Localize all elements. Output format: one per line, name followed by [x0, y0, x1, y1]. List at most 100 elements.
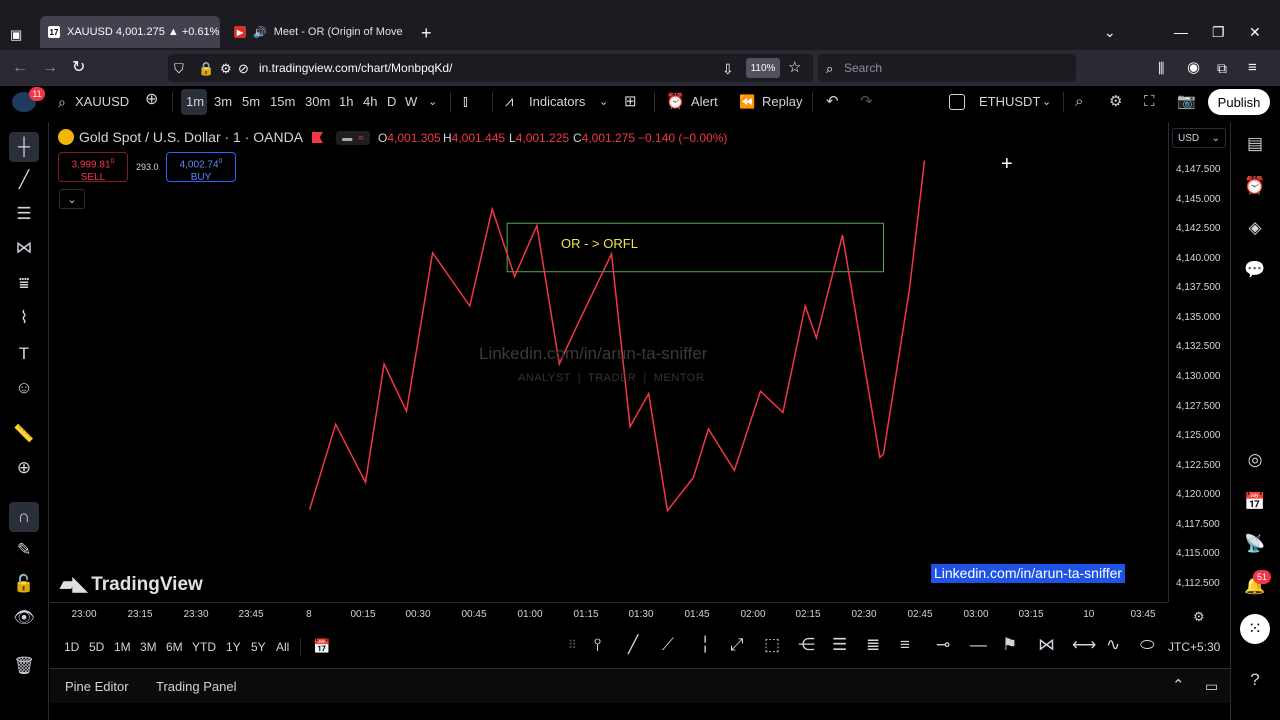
path-icon[interactable]: ∿ [1106, 635, 1120, 655]
quick-search-icon[interactable]: ⌕ [1075, 94, 1083, 110]
patterns-icon[interactable]: ⋈ [12, 236, 36, 260]
calendar-icon[interactable]: 📅 [1243, 490, 1267, 514]
ruler-icon[interactable]: 📏 [12, 422, 36, 446]
trendline-icon[interactable]: ╱ [12, 168, 36, 192]
publish-button[interactable]: Publish [1208, 89, 1270, 115]
interval-4h[interactable]: 4h [363, 94, 377, 110]
fib-extension-icon[interactable]: ≡ [900, 635, 910, 655]
maximize-panel-icon[interactable]: ▭ [1205, 678, 1218, 695]
scale-settings-icon[interactable]: ⚙ [1193, 609, 1205, 625]
menu-icon[interactable]: ≡ [1248, 58, 1257, 78]
goto-date-icon[interactable]: 📅 [313, 638, 330, 655]
lock-icon[interactable]: 🔒 [198, 59, 214, 79]
library-icon[interactable]: ⫼ [1158, 58, 1164, 78]
compare-symbol-icon[interactable]: ⊕ [145, 92, 158, 108]
pitchfork-icon[interactable]: ⋲ [798, 635, 815, 655]
redo-icon[interactable]: ↷ [860, 94, 873, 110]
fullscreen-icon[interactable]: ⛶ [1144, 94, 1155, 110]
interval-w[interactable]: W [405, 94, 417, 110]
alert-button[interactable]: Alert [691, 94, 718, 110]
drag-handle-icon[interactable]: ⠿ [568, 638, 577, 652]
ellipse-icon[interactable]: ⬭ [1140, 635, 1155, 655]
range-6m[interactable]: 6M [166, 640, 183, 654]
tab-list-icon[interactable]: ▣ [10, 25, 22, 45]
camera-off-icon[interactable]: ⊘ [238, 59, 249, 79]
range-5d[interactable]: 5D [89, 640, 104, 654]
indicator-toggle-icon[interactable]: ▬ ≈ [336, 131, 370, 145]
range-5y[interactable]: 5Y [251, 640, 266, 654]
settings-icon[interactable]: ⚙ [1109, 94, 1122, 110]
range-1d[interactable]: 1D [64, 640, 79, 654]
object-tree-icon[interactable]: ◈ [1243, 216, 1267, 240]
tab-xauusd[interactable]: 17 XAUUSD 4,001.275 ▲ +0.61% B ✕ [40, 16, 220, 48]
interval-30m[interactable]: 30m [305, 94, 330, 110]
buy-button[interactable]: 4,002.740 BUY [166, 152, 236, 183]
chevron-down-icon[interactable]: ⌄ [1042, 94, 1051, 110]
range-1y[interactable]: 1Y [226, 640, 241, 654]
vertical-line-icon[interactable]: ╎ [700, 635, 710, 655]
watch-symbol[interactable]: ETHUSDT [979, 94, 1040, 110]
url-text[interactable]: in.tradingview.com/chart/MonbpqKd/ [259, 61, 452, 75]
trash-icon[interactable]: 🗑 [12, 654, 36, 678]
tab-overflow-icon[interactable]: ⌄ [1104, 24, 1116, 41]
text-icon[interactable]: T [12, 342, 36, 366]
lock-drawings-icon[interactable]: 🔓 [12, 572, 36, 596]
permissions-icon[interactable]: ⚙ [220, 59, 232, 79]
range-3m[interactable]: 3M [140, 640, 157, 654]
save-page-icon[interactable]: ⇩ [722, 59, 734, 79]
zoom-in-icon[interactable]: ⊕ [12, 456, 36, 480]
hotlists-icon[interactable]: ◎ [1243, 448, 1267, 472]
fib-channel-icon[interactable]: ≣ [866, 635, 880, 655]
fixed-range-icon[interactable]: ⫯ [594, 635, 601, 655]
horizontal-line-icon[interactable]: — [970, 635, 987, 655]
indicators-icon[interactable]: ⩘ [505, 94, 513, 110]
restore-button[interactable]: ❐ [1212, 24, 1225, 41]
forward-icon[interactable]: → [42, 58, 58, 78]
layouts-icon[interactable]: ⊞ [624, 94, 637, 110]
watchlist-icon[interactable]: ▤ [1243, 132, 1267, 156]
trading-panel-tab[interactable]: Trading Panel [156, 679, 236, 694]
tradingview-logo[interactable]: ▰◣ TradingView [60, 573, 203, 596]
extensions-icon[interactable]: ⧉ [1217, 58, 1227, 78]
ray-icon[interactable]: ⟋ [662, 635, 674, 655]
search-field[interactable]: ⌕ Search [818, 54, 1076, 82]
range-ytd[interactable]: YTD [192, 640, 216, 654]
interval-d[interactable]: D [387, 94, 396, 110]
horizontal-ray-icon[interactable]: ⊸ [936, 635, 950, 655]
bookmark-star-icon[interactable]: ☆ [788, 58, 801, 78]
close-window-button[interactable]: ✕ [1249, 24, 1261, 41]
range-all[interactable]: All [276, 640, 289, 654]
interval-5m[interactable]: 5m [242, 94, 260, 110]
time-scale[interactable] [50, 602, 1168, 629]
camera-icon[interactable]: 📷 [1177, 94, 1196, 110]
stay-drawing-icon[interactable]: ✎ [12, 538, 36, 562]
help-icon[interactable]: ? [1243, 668, 1267, 692]
pattern-icon[interactable]: ⋈ [1038, 635, 1055, 655]
interval-1m[interactable]: 1m [186, 94, 204, 110]
apps-grid-icon[interactable]: ⁙ [1240, 614, 1270, 644]
new-tab-button[interactable]: + [421, 23, 432, 44]
flag-marker-icon[interactable]: ⚑ [1002, 635, 1017, 655]
date-range-icon[interactable]: ⟷ [1072, 635, 1096, 655]
shield-icon[interactable]: ⛉ [174, 59, 184, 79]
parallel-channel-icon[interactable]: ☰ [832, 635, 847, 655]
annotation-box-label[interactable]: OR - > ORFL [561, 236, 638, 251]
currency-selector[interactable]: USD ⌄ [1172, 128, 1226, 148]
chevron-down-icon[interactable]: ⌄ [428, 94, 437, 110]
reload-icon[interactable]: ↻ [72, 58, 85, 78]
alert-icon[interactable]: ⏰ [666, 94, 685, 110]
symbol-search-icon[interactable]: ⌕ [58, 94, 66, 110]
account-icon[interactable]: ◉ [1187, 58, 1200, 78]
timezone-label[interactable]: JTC+5:30 [1168, 640, 1220, 654]
checkbox-icon[interactable] [949, 94, 965, 110]
url-bar[interactable]: ⛉ 🔒 ⚙ ⊘ in.tradingview.com/chart/MonbpqK… [168, 54, 813, 82]
replay-button[interactable]: Replay [762, 94, 802, 110]
alerts-clock-icon[interactable]: ⏰ [1243, 174, 1267, 198]
back-icon[interactable]: ← [12, 58, 28, 78]
streams-icon[interactable]: 📡 [1243, 532, 1267, 556]
rectangle-icon[interactable]: ⬚ [764, 635, 780, 655]
pine-editor-tab[interactable]: Pine Editor [65, 679, 129, 694]
minimize-button[interactable]: — [1174, 24, 1188, 40]
candles-icon[interactable]: ⫾ [463, 94, 468, 110]
visibility-icon[interactable]: 👁 [12, 606, 36, 630]
